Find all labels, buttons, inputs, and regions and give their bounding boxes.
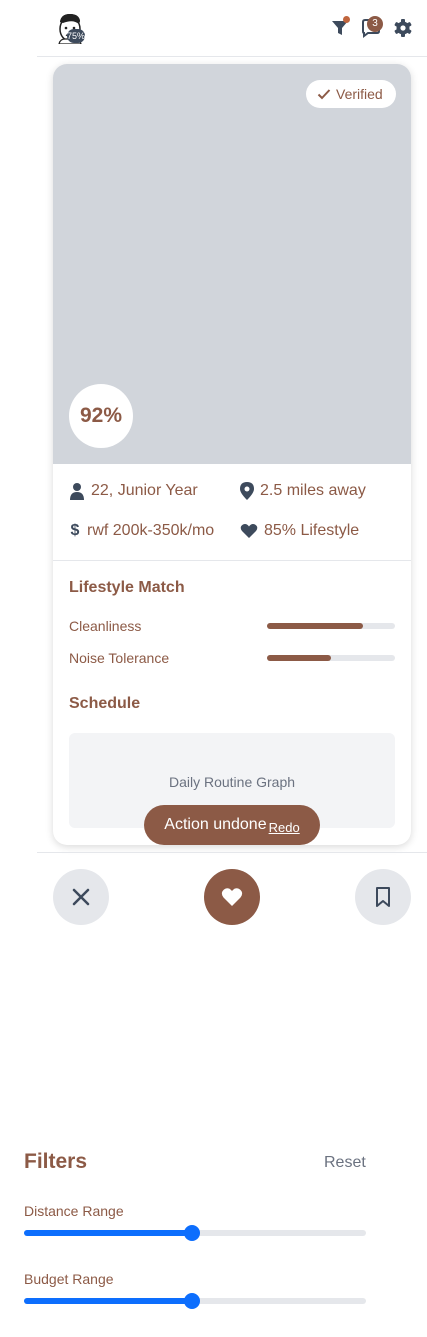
graph-placeholder-label: Daily Routine Graph xyxy=(168,774,296,790)
close-icon xyxy=(72,888,90,906)
card-divider xyxy=(53,560,411,561)
distance-text: 2.5 miles away xyxy=(260,482,366,499)
bookmark-button[interactable] xyxy=(355,869,411,925)
cleanliness-label: Cleanliness xyxy=(69,618,142,634)
cleanliness-bar xyxy=(267,623,395,629)
budget-text: rwf 200k-350k/mo xyxy=(87,522,215,539)
checkmark-icon xyxy=(317,89,331,100)
reset-button[interactable]: Reset xyxy=(324,1154,366,1172)
budget-range-thumb[interactable] xyxy=(183,1293,200,1309)
pass-button[interactable] xyxy=(53,869,109,925)
age-year-text: 22, Junior Year xyxy=(91,482,198,499)
bookmark-icon xyxy=(376,887,390,907)
toast-message: Action undone xyxy=(164,816,267,833)
filters-title: Filters xyxy=(24,1150,88,1173)
age-year-info: 22, Junior Year xyxy=(69,482,198,500)
distance-range-fill xyxy=(24,1230,192,1236)
person-icon xyxy=(70,483,84,500)
profile-completion-badge: 75% xyxy=(67,29,86,43)
heart-icon xyxy=(240,524,258,538)
budget-info: $ rwf 200k-350k/mo xyxy=(69,522,215,540)
cleanliness-bar-fill xyxy=(267,623,363,629)
settings-button[interactable] xyxy=(392,17,414,39)
messages-count-badge: 3 xyxy=(367,16,383,32)
distance-info: 2.5 miles away xyxy=(240,482,366,500)
noise-tolerance-bar xyxy=(267,655,395,661)
match-score: 92% xyxy=(69,384,133,448)
lifestyle-text: 85% Lifestyle xyxy=(264,522,360,539)
verified-badge: Verified xyxy=(306,80,396,108)
lifestyle-info: 85% Lifestyle xyxy=(240,522,359,540)
profile-photo-placeholder: Verified 92% xyxy=(53,64,411,464)
budget-range-label: Budget Range xyxy=(24,1271,114,1287)
gear-icon xyxy=(394,19,412,37)
budget-range-slider[interactable] xyxy=(24,1293,366,1309)
card-area-divider xyxy=(37,852,427,853)
profile-card[interactable]: Verified 92% 22, Junior Year 2.5 miles a… xyxy=(53,64,411,845)
distance-range-label: Distance Range xyxy=(24,1203,124,1219)
like-button[interactable] xyxy=(204,869,260,925)
location-pin-icon xyxy=(240,482,254,500)
distance-range-slider[interactable] xyxy=(24,1225,366,1241)
schedule-title: Schedule xyxy=(69,695,141,712)
app-header: 75% 3 xyxy=(0,0,427,56)
noise-tolerance-bar-fill xyxy=(267,655,331,661)
budget-range-fill xyxy=(24,1298,192,1304)
distance-range-thumb[interactable] xyxy=(183,1225,200,1241)
noise-tolerance-label: Noise Tolerance xyxy=(69,650,170,666)
undo-toast: Action undone Redo xyxy=(144,805,320,845)
redo-button[interactable]: Redo xyxy=(269,820,300,835)
header-divider xyxy=(37,56,427,57)
lifestyle-match-title: Lifestyle Match xyxy=(69,579,185,596)
dollar-icon: $ xyxy=(70,522,80,539)
heart-icon xyxy=(221,888,243,906)
verified-label: Verified xyxy=(336,86,383,102)
filter-active-dot xyxy=(343,16,350,23)
